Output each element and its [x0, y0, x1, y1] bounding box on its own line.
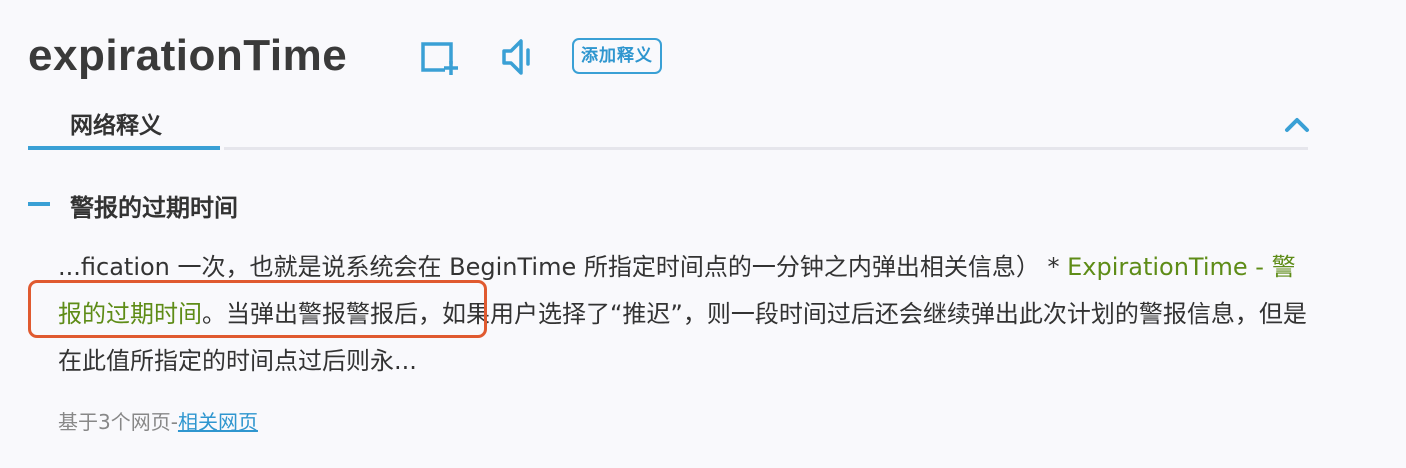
source-prefix: 基于3个网页- [58, 410, 178, 434]
speaker-icon[interactable] [500, 36, 536, 78]
tab-bar: 网络释义 [28, 100, 1310, 152]
related-pages-link[interactable]: 相关网页 [178, 410, 258, 434]
sense-title: 警报的过期时间 [70, 194, 238, 222]
tab-divider [224, 147, 1308, 150]
excerpt-after: 。当弹出警报警报后，如果用户选择了“推迟”，则一段时间过后还会继续弹出此次计划的… [58, 300, 1307, 375]
tab-web-definition[interactable]: 网络释义 [28, 100, 220, 152]
add-to-wordbook-icon[interactable] [420, 40, 460, 76]
sense-excerpt: ...fication 一次，也就是说系统会在 BeginTime 所指定时间点… [58, 244, 1318, 385]
chevron-up-icon[interactable] [1284, 114, 1310, 134]
excerpt-before: ...fication 一次，也就是说系统会在 BeginTime 所指定时间点… [58, 253, 1068, 281]
active-tab-indicator [28, 146, 220, 150]
tab-label: 网络释义 [70, 113, 162, 139]
source-line: 基于3个网页-相关网页 [58, 406, 258, 435]
collapse-dash-icon[interactable] [28, 202, 50, 206]
add-definition-button[interactable]: 添加释义 [572, 38, 662, 74]
headword: expirationTime [28, 31, 348, 80]
